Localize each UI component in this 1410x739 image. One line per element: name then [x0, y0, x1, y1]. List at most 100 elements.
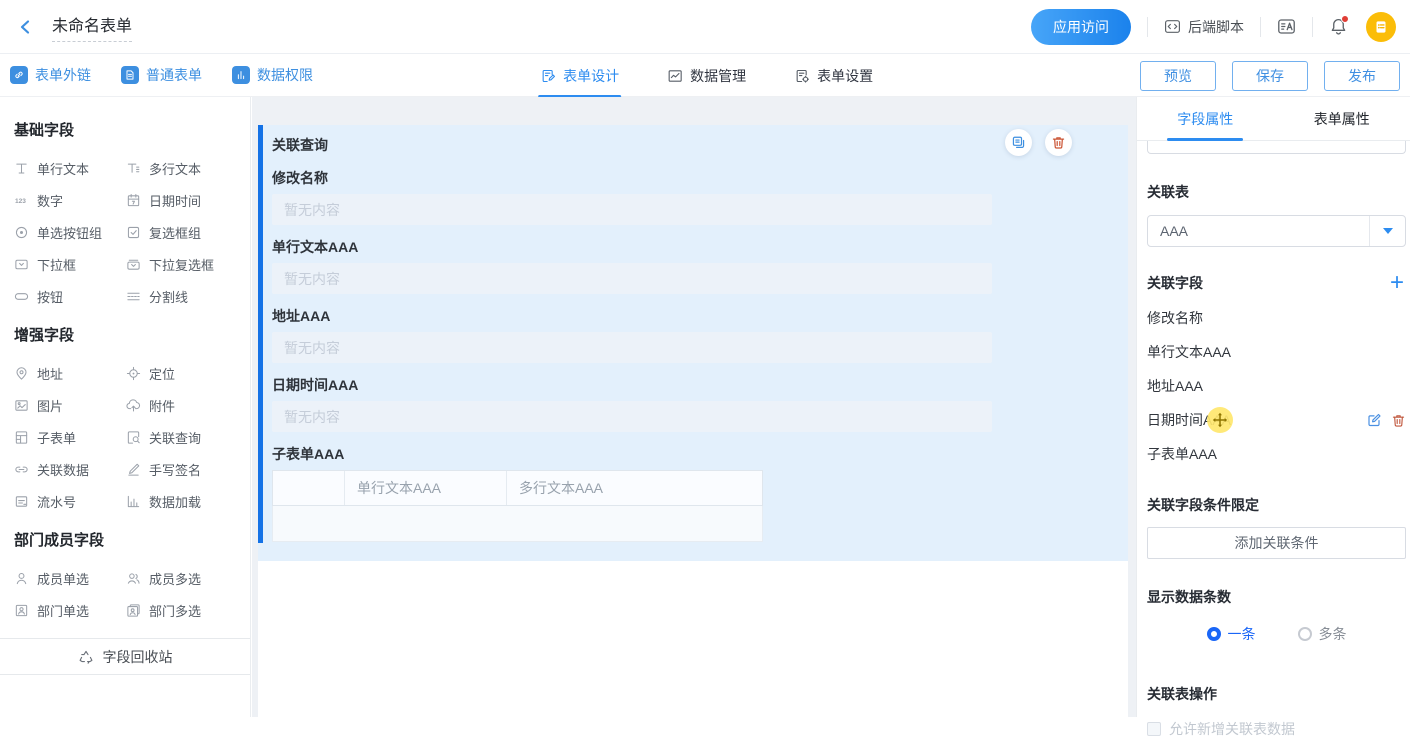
sidebar-item-部门多选[interactable]: 部门多选	[126, 594, 238, 626]
button-预览[interactable]: 预览	[1140, 61, 1216, 91]
notification-dot	[1341, 15, 1349, 23]
sidebar-item-复选框组[interactable]: 复选框组	[126, 216, 238, 248]
tab-表单设置[interactable]: 表单设置	[794, 54, 873, 97]
sidebar-item-成员多选[interactable]: 成员多选	[126, 562, 238, 594]
duplicate-button[interactable]	[1005, 129, 1032, 156]
canvas-field-日期时间AAA[interactable]: 日期时间AAA	[272, 376, 1128, 432]
toolbar-action-表单外链[interactable]: 表单外链	[10, 65, 91, 85]
attachment-icon	[126, 398, 141, 413]
panel-tab-表单属性[interactable]: 表单属性	[1274, 97, 1410, 140]
linked-field-item[interactable]: 单行文本AAA	[1147, 335, 1406, 369]
sidebar-item-成员单选[interactable]: 成员单选	[14, 562, 126, 594]
app-access-button[interactable]: 应用访问	[1031, 9, 1131, 45]
dept-multi-icon	[126, 603, 141, 618]
canvas-field-修改名称[interactable]: 修改名称	[272, 169, 1128, 225]
dept-single-icon	[14, 603, 29, 618]
sidebar-item-分割线[interactable]: 分割线	[126, 280, 238, 312]
dropdown-icon	[14, 257, 29, 272]
linked-field-item[interactable]: 子表单AAA	[1147, 437, 1406, 471]
sidebar-section-title: 部门成员字段	[14, 529, 250, 550]
delete-block-button[interactable]	[1045, 129, 1072, 156]
canvas-field-单行文本AAA[interactable]: 单行文本AAA	[272, 238, 1128, 294]
add-condition-button[interactable]: 添加关联条件	[1147, 527, 1406, 559]
page-title[interactable]: 未命名表单	[52, 12, 132, 42]
sidebar-item-多行文本[interactable]: 多行文本	[126, 152, 238, 184]
subform-column-header: 单行文本AAA	[345, 471, 507, 505]
sidebar-item-手写签名[interactable]: 手写签名	[126, 453, 238, 485]
backend-script-button[interactable]: 后端脚本	[1164, 17, 1244, 37]
chevron-down-icon	[1383, 228, 1393, 234]
linked-query-block[interactable]: 关联查询 修改名称单行文本AAA地址AAA日期时间AAA 子表单AAA 单行文本…	[258, 125, 1128, 561]
sidebar-item-label: 日期时间	[149, 191, 201, 210]
add-field-icon[interactable]: +	[1390, 273, 1406, 293]
sidebar-item-附件[interactable]: 附件	[126, 389, 238, 421]
field-recycle-bin[interactable]: 字段回收站	[0, 638, 250, 675]
linked-field-item[interactable]: 日期时间AAA	[1147, 403, 1406, 437]
allow-add-row: 允许新增关联表数据	[1147, 719, 1406, 739]
form-builder-app: 未命名表单 应用访问 后端脚本	[0, 0, 1410, 717]
toolbar-action-label: 普通表单	[146, 65, 202, 85]
sidebar-item-流水号[interactable]: 流水号	[14, 485, 126, 517]
sidebar-item-关联数据[interactable]: 关联数据	[14, 453, 126, 485]
allow-add-checkbox[interactable]	[1147, 722, 1161, 736]
toolbar: 表单外链 普通表单 数据权限 表单设计 数据管理 表单设置 预览保存发布	[0, 54, 1410, 97]
radio-option-一条[interactable]: 一条	[1207, 624, 1256, 644]
location-icon	[126, 366, 141, 381]
translate-icon[interactable]	[1277, 17, 1296, 36]
table-ops-label: 关联表操作	[1147, 684, 1406, 704]
form-canvas[interactable]: 关联查询 修改名称单行文本AAA地址AAA日期时间AAA 子表单AAA 单行文本…	[258, 125, 1128, 737]
tab-表单设计[interactable]: 表单设计	[540, 54, 619, 97]
sidebar-item-定位[interactable]: 定位	[126, 357, 238, 389]
radio-option-多条[interactable]: 多条	[1298, 624, 1347, 644]
linked-table-select[interactable]: AAA	[1147, 215, 1406, 247]
tab-数据管理[interactable]: 数据管理	[667, 54, 746, 97]
sidebar-item-label: 单行文本	[37, 159, 89, 178]
panel-tab-字段属性[interactable]: 字段属性	[1137, 97, 1274, 140]
toolbar-action-普通表单[interactable]: 普通表单	[121, 65, 202, 85]
field-input[interactable]	[272, 401, 992, 432]
notification-bell-icon[interactable]	[1329, 17, 1348, 36]
sidebar-item-数据加载[interactable]: 数据加载	[126, 485, 238, 517]
sidebar-item-日期时间[interactable]: 日期时间	[126, 184, 238, 216]
sidebar-item-label: 单选按钮组	[37, 223, 102, 242]
datetime-icon	[126, 193, 141, 208]
sidebar-item-label: 地址	[37, 364, 63, 383]
sidebar-item-数字[interactable]: 123数字	[14, 184, 126, 216]
sidebar-item-单行文本[interactable]: 单行文本	[14, 152, 126, 184]
field-input[interactable]	[272, 194, 992, 225]
properties-panel: 字段属性表单属性 关联表 AAA 关联字段 + 修改名称单行文本AAA地址AAA…	[1136, 97, 1410, 717]
delete-icon[interactable]	[1391, 413, 1406, 428]
toolbar-action-label: 数据权限	[257, 65, 313, 85]
sidebar-item-下拉框[interactable]: 下拉框	[14, 248, 126, 280]
sidebar-item-地址[interactable]: 地址	[14, 357, 126, 389]
linked-field-item[interactable]: 修改名称	[1147, 301, 1406, 335]
field-input[interactable]	[272, 263, 992, 294]
avatar[interactable]	[1366, 12, 1396, 42]
sidebar-item-子表单[interactable]: 子表单	[14, 421, 126, 453]
sidebar-item-按钮[interactable]: 按钮	[14, 280, 126, 312]
sidebar-item-图片[interactable]: 图片	[14, 389, 126, 421]
sidebar-item-关联查询[interactable]: 关联查询	[126, 421, 238, 453]
toolbar-action-数据权限[interactable]: 数据权限	[232, 65, 313, 85]
sidebar-item-label: 复选框组	[149, 223, 201, 242]
display-count-options: 一条 多条	[1147, 624, 1406, 644]
number-icon: 123	[14, 193, 29, 208]
scrolled-input-bottom[interactable]	[1147, 141, 1406, 154]
subform-field[interactable]: 子表单AAA 单行文本AAA多行文本AAA	[272, 445, 1128, 542]
field-sidebar: 基础字段单行文本 多行文本123数字 日期时间单选按钮组 复选框组下拉框下拉复选框按钮…	[0, 97, 251, 717]
allow-add-label: 允许新增关联表数据	[1169, 719, 1295, 739]
sidebar-section-title: 基础字段	[14, 119, 250, 140]
button-发布[interactable]: 发布	[1324, 61, 1400, 91]
sidebar-item-部门单选[interactable]: 部门单选	[14, 594, 126, 626]
linked-field-label: 单行文本AAA	[1147, 342, 1231, 362]
sidebar-item-下拉复选框[interactable]: 下拉复选框	[126, 248, 238, 280]
linked-field-item[interactable]: 地址AAA	[1147, 369, 1406, 403]
edit-icon[interactable]	[1366, 412, 1382, 428]
canvas-field-地址AAA[interactable]: 地址AAA	[272, 307, 1128, 363]
sidebar-section-title: 增强字段	[14, 324, 250, 345]
back-icon[interactable]	[16, 17, 36, 37]
subform-label: 子表单AAA	[272, 445, 1128, 463]
button-保存[interactable]: 保存	[1232, 61, 1308, 91]
field-input[interactable]	[272, 332, 992, 363]
sidebar-item-单选按钮组[interactable]: 单选按钮组	[14, 216, 126, 248]
